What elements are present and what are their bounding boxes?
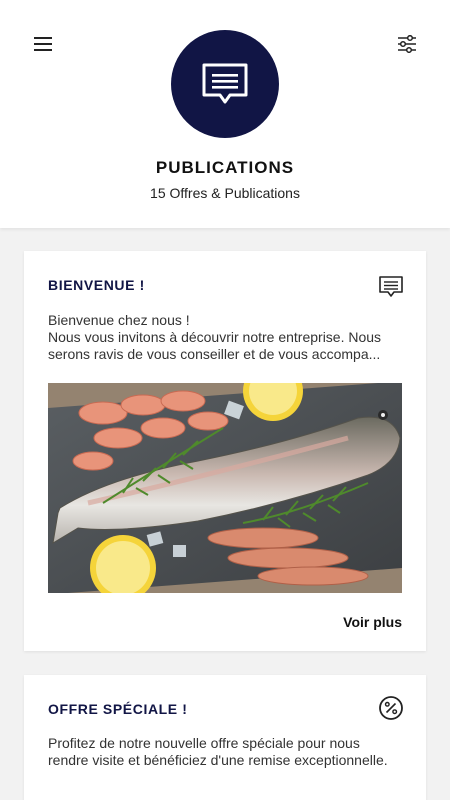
sliders-filter-icon xyxy=(398,35,416,53)
text-line: Bienvenue chez nous ! xyxy=(48,312,190,328)
hamburger-menu-icon xyxy=(34,37,52,51)
page-subtitle: 15 Offres & Publications xyxy=(150,185,300,201)
card-description: Profitez de notre nouvelle offre spécial… xyxy=(48,735,402,769)
publication-card[interactable]: OFFRE SPÉCIALE ! Profitez de notre nouve… xyxy=(24,675,426,800)
card-description: Bienvenue chez nous ! Nous vous invitons… xyxy=(48,312,402,363)
card-title: OFFRE SPÉCIALE ! xyxy=(48,701,188,717)
page-title: PUBLICATIONS xyxy=(155,158,295,177)
card-title: BIENVENUE ! xyxy=(48,277,145,293)
voir-plus-link[interactable]: Voir plus xyxy=(343,614,402,630)
message-bubble-icon xyxy=(202,63,248,104)
text-line: Profitez de notre nouvelle offre spécial… xyxy=(48,735,360,751)
menu-button[interactable] xyxy=(28,30,58,58)
percent-badge-icon xyxy=(379,696,403,720)
message-icon xyxy=(379,276,403,297)
publications-logo xyxy=(171,30,279,138)
text-line: rendre visite et bénéficiez d'une remise… xyxy=(48,752,388,768)
header: PUBLICATIONS 15 Offres & Publications xyxy=(0,0,450,228)
filter-button[interactable] xyxy=(392,30,422,58)
seafood-photo xyxy=(48,383,402,593)
publication-card[interactable]: BIENVENUE ! Bienvenue chez nous ! Nous v… xyxy=(24,251,426,651)
text-line: Nous vous invitons à découvrir notre ent… xyxy=(48,329,382,345)
text-line: serons ravis de vous conseiller et de vo… xyxy=(48,346,381,362)
